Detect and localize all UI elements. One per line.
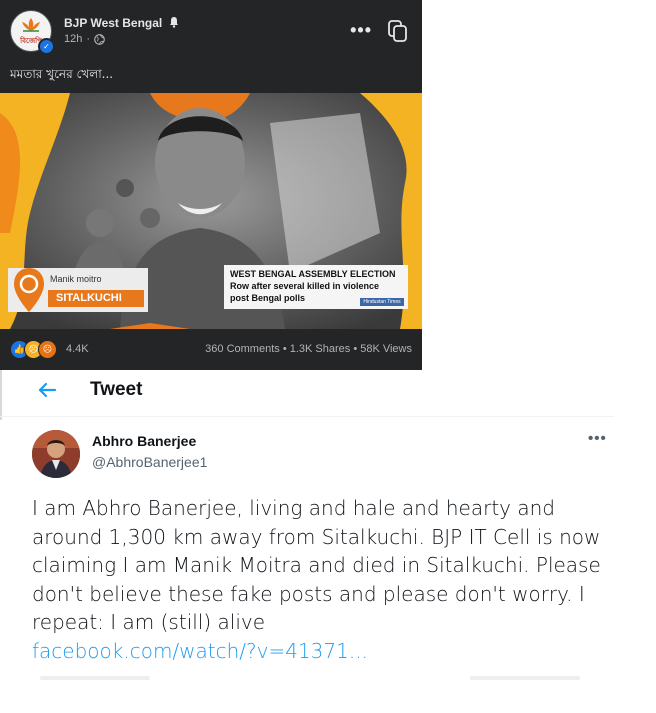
globe-icon	[94, 33, 105, 45]
post-meta: 12h ·	[64, 33, 105, 45]
name-lower-third: Manik moitro SITALKUCHI	[8, 268, 148, 312]
divider	[470, 676, 580, 680]
engagement-stats[interactable]: 360 Comments • 1.3K Shares • 58K Views	[205, 343, 412, 355]
tweet-text: I am Abhro Banerjee, living and hale and…	[32, 494, 606, 665]
channel-logo: Hindustan Times	[360, 298, 404, 306]
back-arrow-icon[interactable]	[36, 379, 58, 401]
dot-separator: ·	[86, 33, 91, 45]
tweet-bottom-edge	[0, 672, 614, 684]
tweet-body: I am Abhro Banerjee, living and hale and…	[32, 496, 601, 634]
person-name-tag: Manik moitro	[50, 274, 102, 284]
post-caption: মমতার খুনের খেলা...	[10, 67, 114, 81]
tweet-panel: Tweet Abhro Banerjee @AbhroBanerjee1 •••…	[0, 370, 614, 713]
copy-icon[interactable]	[388, 20, 408, 42]
reaction-icons[interactable]: 👍 ☹ ☹	[10, 340, 57, 359]
bell-icon[interactable]	[168, 16, 180, 28]
tweet-header: Tweet	[0, 370, 614, 417]
headline-line: Row after several killed in violence	[230, 281, 380, 291]
post-time[interactable]: 12h	[64, 33, 82, 45]
verified-badge-icon: ✓	[38, 38, 55, 55]
more-options-icon[interactable]: •••	[350, 20, 372, 41]
avatar-photo	[32, 430, 80, 478]
author-name[interactable]: Abhro Banerjee	[92, 433, 196, 449]
headline-lower-third: WEST BENGAL ASSEMBLY ELECTION Row after …	[224, 265, 408, 309]
headline-line: WEST BENGAL ASSEMBLY ELECTION	[230, 269, 396, 279]
lotus-icon	[22, 18, 40, 32]
post-header: বিজেপি ✓ BJP West Bengal 12h · •••	[10, 10, 412, 55]
angry-reaction-icon: ☹	[38, 340, 57, 359]
post-footer: 👍 ☹ ☹ 4.4K 360 Comments • 1.3K Shares • …	[10, 340, 412, 360]
reaction-count[interactable]: 4.4K	[66, 343, 89, 355]
facebook-post: বিজেপি ✓ BJP West Bengal 12h · ••• মমতার…	[0, 0, 422, 370]
more-options-icon[interactable]: •••	[588, 430, 607, 447]
divider	[40, 676, 150, 680]
page-name[interactable]: BJP West Bengal	[64, 16, 162, 30]
location-pin-icon	[14, 268, 44, 312]
video-player[interactable]: Manik moitro SITALKUCHI WEST BENGAL ASSE…	[0, 93, 422, 329]
avatar[interactable]	[32, 430, 80, 478]
page-title: Tweet	[90, 379, 143, 400]
author-handle[interactable]: @AbhroBanerjee1	[92, 454, 207, 470]
tweet-link[interactable]: facebook.com/watch/?v=41371...	[32, 639, 368, 663]
place-tag: SITALKUCHI	[48, 290, 144, 307]
